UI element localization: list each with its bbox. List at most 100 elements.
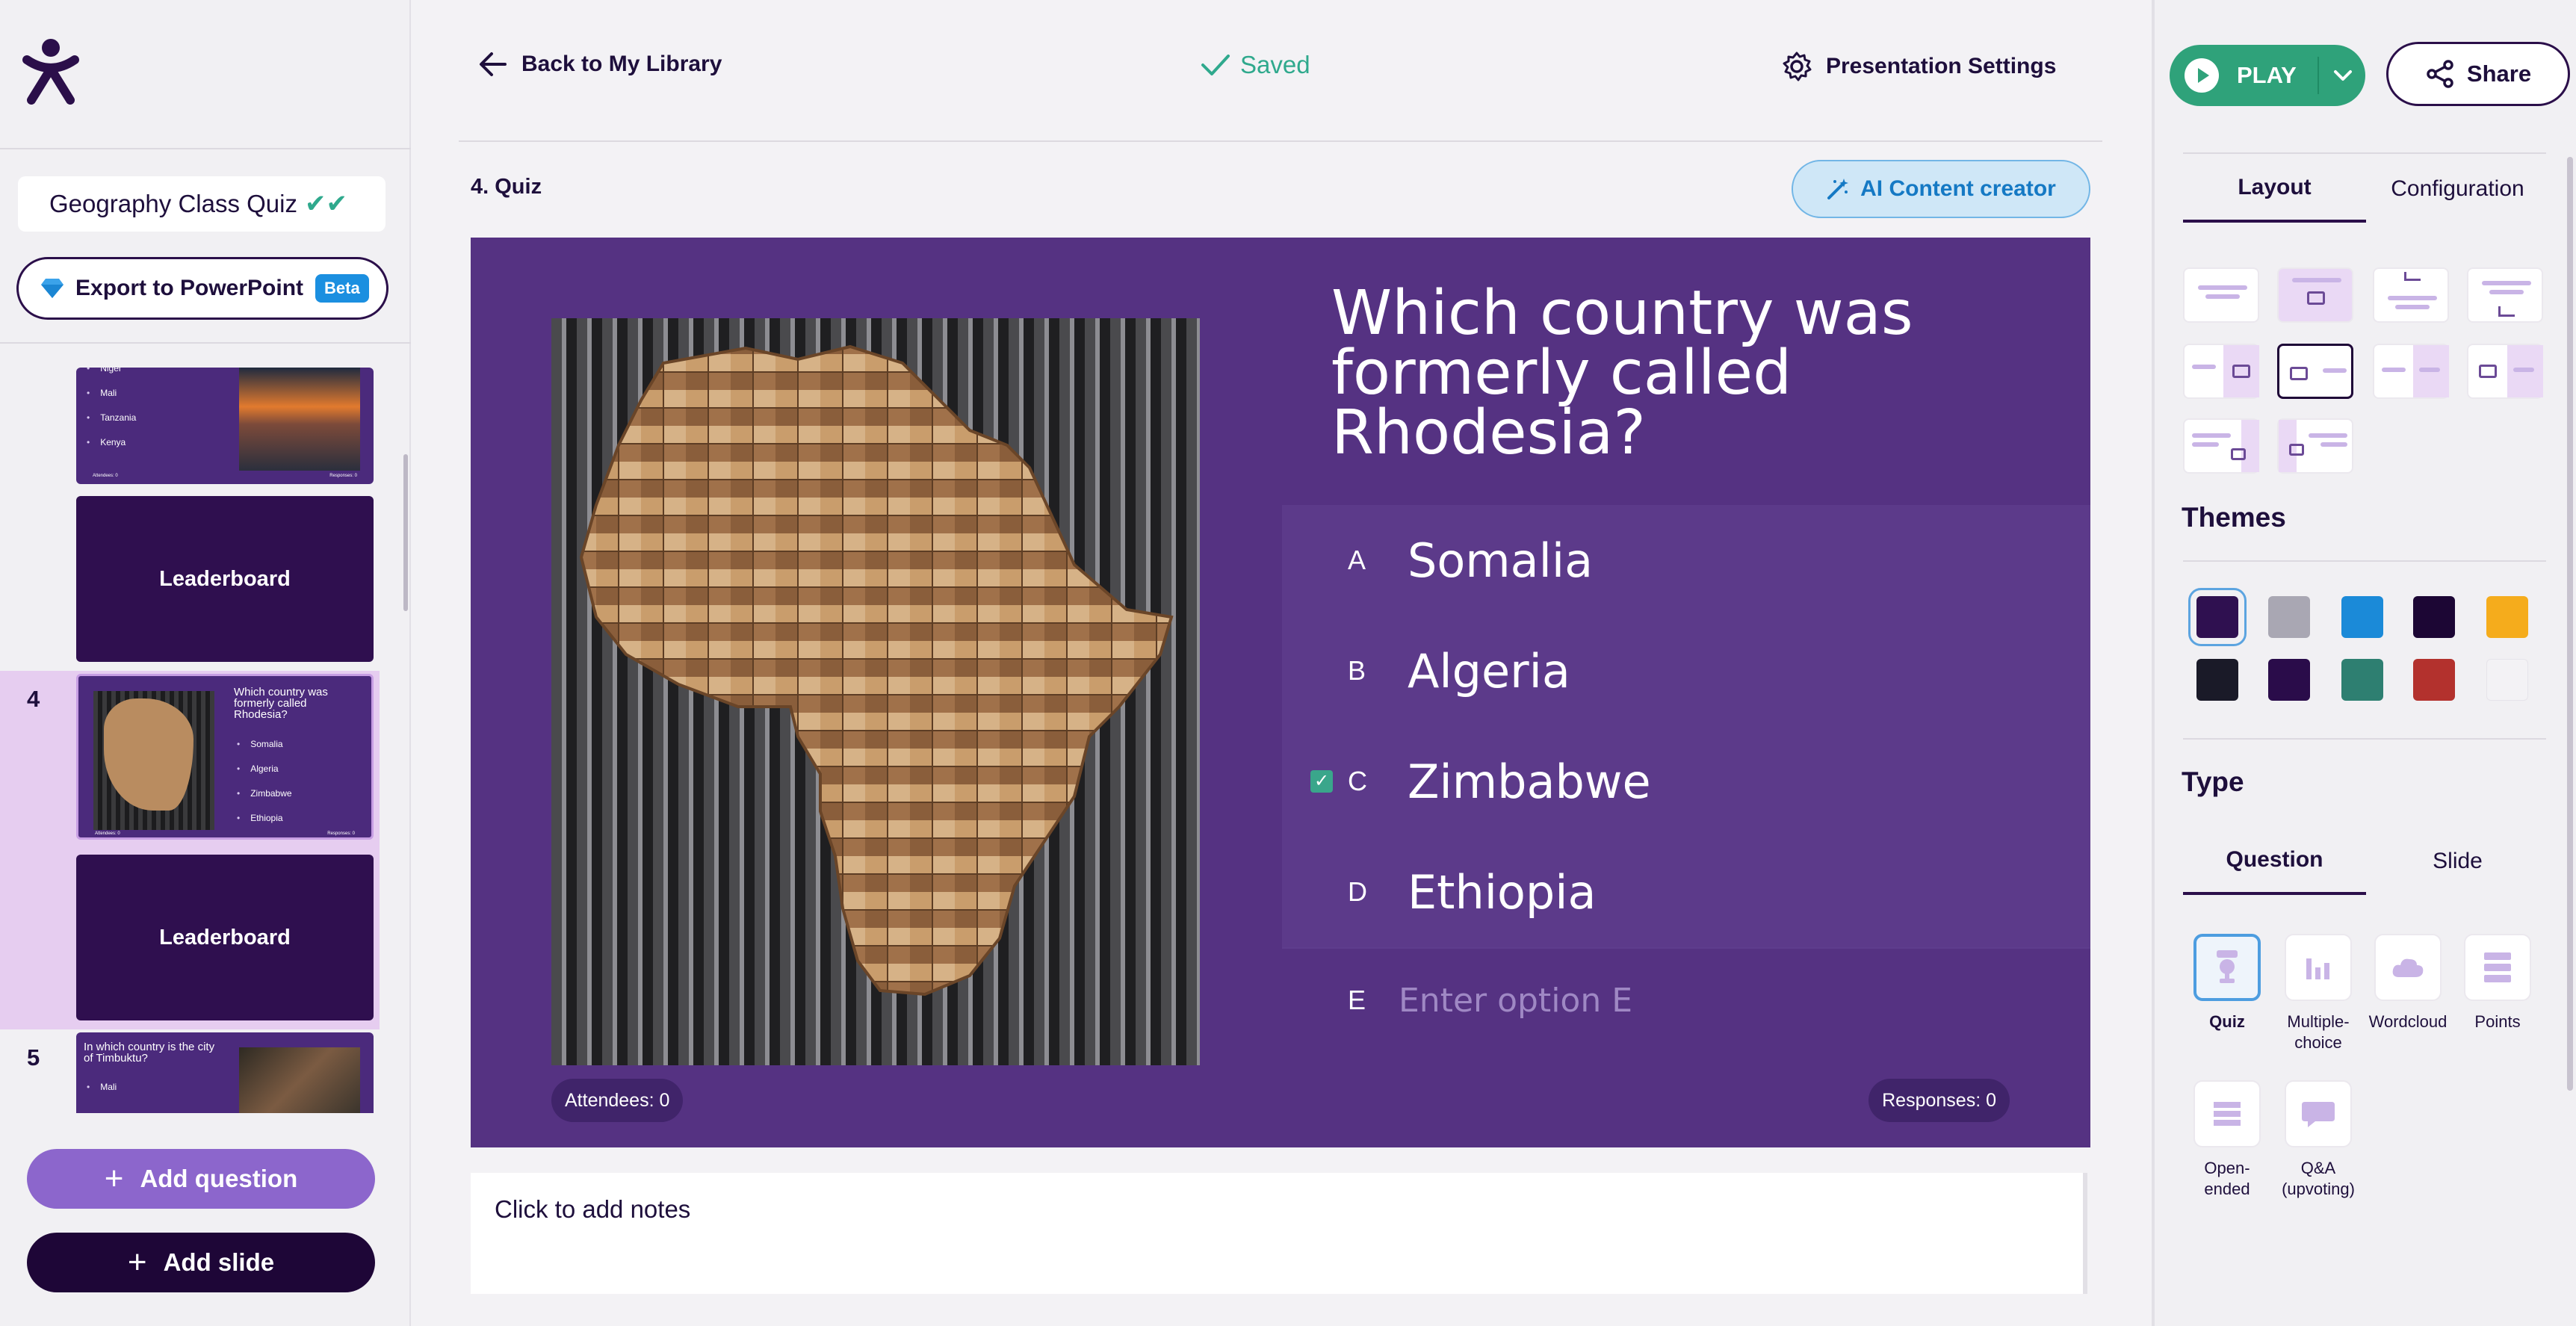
beta-badge: Beta [315,274,369,303]
slide-4-options: Somalia Algeria Zimbabwe Ethiopia [237,739,291,837]
answer-option-d[interactable]: D Ethiopia [1282,837,2090,947]
add-slide-button[interactable]: + Add slide [27,1233,375,1292]
question-type-points[interactable] [2464,934,2531,1001]
points-icon [2484,952,2511,982]
layout-option-text-image[interactable] [2183,418,2259,474]
layout-option-chart-bottom[interactable] [2467,267,2543,323]
option-text[interactable]: Zimbabwe [1408,755,1651,809]
export-label: Export to PowerPoint [75,276,304,300]
question-type-quiz[interactable] [2193,934,2261,1001]
open-ended-type-label: Open-ended [2204,1159,2250,1198]
theme-swatch-9[interactable] [2413,659,2455,701]
answer-option-b[interactable]: B Algeria [1282,616,2090,726]
option-text[interactable]: Somalia [1408,533,1593,588]
list-item: Niger [87,368,136,374]
africa-map-image [551,318,1200,1065]
ai-content-creator-button[interactable]: AI Content creator [1792,160,2090,218]
theme-swatch-2[interactable] [2268,596,2310,638]
slide-3-options: Niger Mali Tanzania Kenya [87,368,136,462]
question-type-qa[interactable] [2285,1080,2352,1147]
wordcloud-type-label: Wordcloud [2368,1012,2447,1031]
checkmark-icon [1201,55,1230,75]
play-button[interactable]: PLAY [2170,45,2365,106]
attendees-badge: Attendees: 0 [551,1079,684,1122]
slide-image-africa[interactable] [551,318,1200,1065]
bar-chart-icon [2306,958,2329,979]
theme-swatch-5[interactable] [2486,596,2528,638]
notes-field[interactable]: Click to add notes [471,1173,2087,1294]
theme-swatch-4[interactable] [2413,596,2455,638]
theme-swatch-6[interactable] [2196,659,2238,701]
add-question-button[interactable]: + Add question [27,1149,375,1209]
presentation-title: Geography Class Quiz [49,190,297,217]
divider [2317,57,2319,94]
layout-option-split-right[interactable] [2373,344,2449,399]
layout-option-split-selected[interactable] [2277,344,2353,399]
option-text[interactable]: Algeria [1408,644,1570,698]
type-tabs: Question Slide [2183,828,2549,895]
answer-option-a[interactable]: A Somalia [1282,505,2090,616]
question-title[interactable]: Which country was formerly called Rhodes… [1331,283,2063,464]
divider [2183,152,2546,154]
plus-icon: + [104,1160,124,1197]
theme-swatch-8[interactable] [2341,659,2383,701]
chevron-down-icon[interactable] [2332,68,2353,83]
share-button[interactable]: Share [2386,42,2570,106]
theme-swatch-1[interactable] [2188,588,2247,646]
layout-option-image-right[interactable] [2183,344,2259,399]
export-powerpoint-button[interactable]: Export to PowerPoint Beta [16,257,388,320]
tab-question[interactable]: Question [2183,828,2366,895]
question-type-multiple-choice[interactable] [2285,934,2352,1001]
option-text[interactable]: Ethiopia [1408,865,1597,920]
tab-layout[interactable]: Layout [2183,155,2366,223]
magic-wand-icon [1827,179,1849,199]
slide-thumbnail-leaderboard[interactable]: Leaderboard [76,496,374,662]
slide-thumbnail-3[interactable]: Niger Mali Tanzania Kenya Attendees: 0 R… [76,368,374,484]
share-label: Share [2466,61,2532,87]
slide-list-scrollbar[interactable] [403,454,408,611]
slide-thumbnail-leaderboard-2[interactable]: Leaderboard [76,855,374,1020]
option-letter: B [1348,655,1366,686]
multiple-choice-type-label: Multiple-choice [2287,1012,2350,1052]
answer-option-c[interactable]: ✓ C Zimbabwe [1282,726,2090,837]
right-panel-scrollbar[interactable] [2567,157,2573,1091]
slide-number-4: 4 [27,686,40,712]
layout-option-image-top[interactable] [2277,267,2353,323]
back-to-library-link[interactable]: Back to My Library [478,51,722,78]
right-panel: PLAY Share Layout Configuration Themes T… [2152,0,2576,1326]
list-item: Mali [87,1082,117,1092]
option-letter: C [1348,766,1367,796]
question-type-open-ended[interactable] [2193,1080,2261,1147]
slide-5-image [239,1047,360,1113]
presentation-title-field[interactable]: Geography Class Quiz ✔✔ [18,176,386,232]
answer-option-e-input[interactable]: E Enter option E [1282,947,2090,1052]
option-placeholder[interactable]: Enter option E [1399,982,1632,1020]
share-icon [2427,60,2453,88]
slide-canvas[interactable]: Which country was formerly called Rhodes… [471,238,2090,1147]
layout-option-chart-title[interactable] [2373,267,2449,323]
question-type-wordcloud[interactable] [2374,934,2442,1001]
divider [0,148,411,149]
tab-slide[interactable]: Slide [2366,828,2549,895]
presentation-settings-button[interactable]: Presentation Settings [1781,51,2056,82]
app-logo-icon[interactable] [21,37,81,105]
qa-type-label: Q&A (upvoting) [2282,1159,2355,1198]
lines-icon [2214,1102,2241,1126]
thumb-footer-left: Attendees: 0 [95,831,120,836]
add-question-label: Add question [140,1165,298,1192]
theme-swatch-3[interactable] [2341,596,2383,638]
slide-thumbnail-5[interactable]: In which country is the city of Timbuktu… [76,1032,374,1113]
slide-type-label: 4. Quiz [471,175,542,199]
layout-option-title[interactable] [2183,267,2259,323]
correct-answer-checkbox[interactable]: ✓ [1310,770,1333,793]
slide-number-5: 5 [27,1044,40,1071]
slide-thumbnail-4[interactable]: Which country was formerly called Rhodes… [76,674,374,840]
layout-option-image-left-text[interactable] [2467,344,2543,399]
list-item: Tanzania [87,412,136,423]
plus-icon: + [127,1244,147,1280]
thumb-footer-left: Attendees: 0 [93,474,118,478]
theme-swatch-7[interactable] [2268,659,2310,701]
theme-swatch-10[interactable] [2486,659,2528,701]
tab-configuration[interactable]: Configuration [2366,155,2549,223]
layout-option-image-text[interactable] [2277,418,2353,474]
